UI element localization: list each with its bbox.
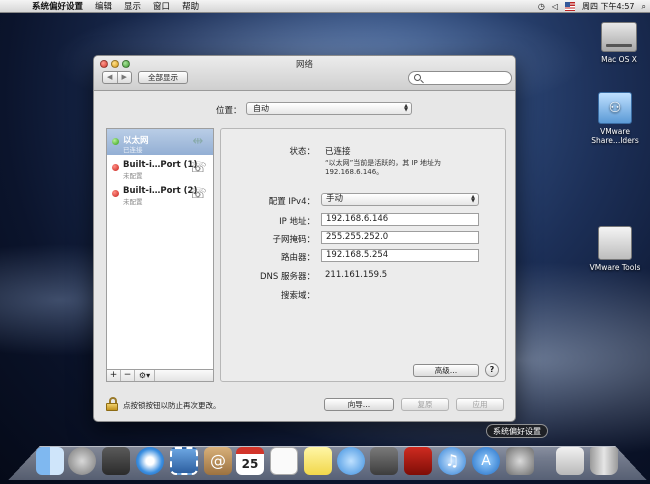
service-name: Built-i…Port (2)	[123, 186, 198, 196]
assist-me-button[interactable]: 向导…	[324, 398, 394, 411]
config-ipv4-label: 配置 IPv4：	[268, 197, 315, 207]
app-store-icon[interactable]: A	[472, 447, 500, 475]
contacts-icon[interactable]: @	[204, 447, 232, 475]
desktop-icon-label: Mac OS X	[601, 55, 637, 64]
downloads-stack-icon[interactable]	[556, 447, 584, 475]
lock-hint: 点按锁按钮以防止再次更改。	[123, 401, 221, 410]
menubar-clock[interactable]: 周四 下午4:57	[582, 1, 635, 12]
desktop-icon-label: VMware Tools	[589, 263, 641, 272]
trash-icon[interactable]	[590, 447, 618, 475]
advanced-button[interactable]: 高级…	[413, 364, 479, 377]
disc-image-icon	[598, 226, 632, 260]
hard-drive-icon	[601, 22, 637, 52]
config-ipv4-select[interactable]: 手动 ▲ ▼	[321, 193, 479, 206]
desktop-icon-label: VMware Share…lders	[591, 127, 639, 145]
remove-service-button[interactable]: −	[121, 370, 135, 381]
us-flag-icon[interactable]	[565, 2, 575, 11]
shared-folder-icon: ⚇	[598, 92, 632, 124]
menu-view[interactable]: 显示	[124, 0, 141, 12]
safari-icon[interactable]	[136, 447, 164, 475]
system-preferences-icon[interactable]	[506, 447, 534, 475]
apply-button[interactable]: 应用	[456, 398, 504, 411]
desktop-icon-macos-hd[interactable]: Mac OS X	[584, 22, 650, 64]
service-item-port-2[interactable]: Built-i…Port (2) 未配置 ☏	[107, 181, 213, 207]
service-detail-pane: 状态： 已连接 “以太网”当前是活跃的，其 IP 地址为 192.168.6.1…	[220, 128, 506, 382]
time-machine-icon[interactable]: ◷	[538, 2, 545, 11]
dock-tooltip: 系统偏好设置	[486, 424, 548, 438]
ethernet-arrows-icon: ⇹	[192, 134, 204, 149]
photo-booth-icon[interactable]	[404, 447, 432, 475]
status-note: “以太网”当前是活跃的，其 IP 地址为 192.168.6.146。	[325, 159, 441, 176]
volume-icon[interactable]: ◁	[552, 2, 558, 11]
ip-address-label: IP 地址：	[279, 217, 315, 227]
menu-edit[interactable]: 编辑	[95, 0, 112, 12]
finder-icon[interactable]	[36, 447, 64, 475]
window-title: 网络	[295, 60, 313, 70]
subnet-mask-label: 子网掩码：	[272, 235, 315, 245]
service-item-port-1[interactable]: Built-i…Port (1) 未配置 ☏	[107, 155, 213, 181]
subnet-mask-input[interactable]: 255.255.252.0	[321, 231, 479, 244]
add-service-button[interactable]: +	[107, 370, 121, 381]
location-value: 自动	[253, 104, 269, 113]
mail-stamp-icon[interactable]	[170, 447, 198, 475]
calendar-icon[interactable]: 25	[236, 447, 264, 475]
status-value: 已连接	[325, 147, 351, 157]
window-toolbar: 网络 ◀ ▶ 全部显示	[94, 56, 515, 91]
network-preferences-window: 网络 ◀ ▶ 全部显示 位置： 自动 ▲ ▼ 以太网 已连接 ⇹ Built-i……	[93, 55, 516, 422]
back-arrow-icon[interactable]: ◀	[103, 72, 117, 83]
gear-icon[interactable]: ⚙▾	[135, 370, 155, 381]
menubar: 系统偏好设置 编辑 显示 窗口 帮助 ◷ ◁ 周四 下午4:57 ⌕	[0, 0, 650, 13]
location-label: 位置：	[216, 106, 242, 116]
updown-arrows-icon: ▲ ▼	[404, 103, 408, 113]
forward-arrow-icon[interactable]: ▶	[116, 72, 132, 83]
show-all-button[interactable]: 全部显示	[138, 71, 188, 84]
itunes-icon[interactable]: ♫	[438, 447, 466, 475]
router-input[interactable]: 192.168.5.254	[321, 249, 479, 262]
status-label: 状态：	[289, 147, 315, 157]
service-status: 未配置	[123, 198, 143, 206]
revert-button[interactable]: 复原	[401, 398, 449, 411]
router-label: 路由器：	[280, 253, 315, 263]
search-icon	[414, 74, 421, 81]
service-item-ethernet[interactable]: 以太网 已连接 ⇹	[107, 129, 213, 155]
desktop-icon-vmware-tools[interactable]: VMware Tools	[580, 226, 650, 272]
service-list: 以太网 已连接 ⇹ Built-i…Port (1) 未配置 ☏ Built-i…	[106, 128, 214, 370]
service-name: Built-i…Port (1)	[123, 160, 198, 170]
back-forward-control: ◀ ▶	[102, 71, 132, 84]
menu-window[interactable]: 窗口	[153, 0, 170, 12]
menu-app-name[interactable]: 系统偏好设置	[32, 0, 83, 12]
facetime-icon[interactable]	[370, 447, 398, 475]
search-domain-label: 搜索域：	[280, 291, 315, 301]
service-status: 未配置	[123, 172, 143, 180]
dns-server-label: DNS 服务器：	[259, 272, 315, 282]
config-ipv4-value: 手动	[326, 194, 344, 204]
service-status: 已连接	[123, 146, 143, 154]
messages-icon[interactable]	[337, 447, 365, 475]
menubar-tray: ◷ ◁ 周四 下午4:57 ⌕	[538, 0, 646, 13]
dns-server-value: 211.161.159.5	[325, 270, 388, 280]
launchpad-icon[interactable]	[68, 447, 96, 475]
location-select[interactable]: 自动 ▲ ▼	[246, 102, 412, 115]
status-dot-connected-icon	[112, 138, 119, 145]
notes-icon[interactable]	[304, 447, 332, 475]
mission-control-icon[interactable]	[102, 447, 130, 475]
menu-help[interactable]: 帮助	[182, 0, 199, 12]
help-button[interactable]: ?	[485, 363, 499, 377]
lock-body	[106, 403, 118, 411]
status-dot-off-icon	[112, 190, 119, 197]
status-dot-off-icon	[112, 164, 119, 171]
modem-phone-icon: ☏	[189, 160, 207, 176]
updown-arrows-icon: ▲ ▼	[471, 194, 475, 204]
desktop-icon-vmware-shared[interactable]: ⚇ VMware Share…lders	[580, 92, 650, 145]
spotlight-icon[interactable]: ⌕	[642, 2, 646, 12]
reminders-icon[interactable]	[270, 447, 298, 475]
modem-phone-icon: ☏	[189, 186, 207, 202]
service-list-toolbar: + − ⚙▾	[106, 370, 214, 382]
ip-address-input[interactable]: 192.168.6.146	[321, 213, 479, 226]
lock-icon[interactable]	[106, 397, 118, 411]
search-input[interactable]	[408, 71, 512, 85]
